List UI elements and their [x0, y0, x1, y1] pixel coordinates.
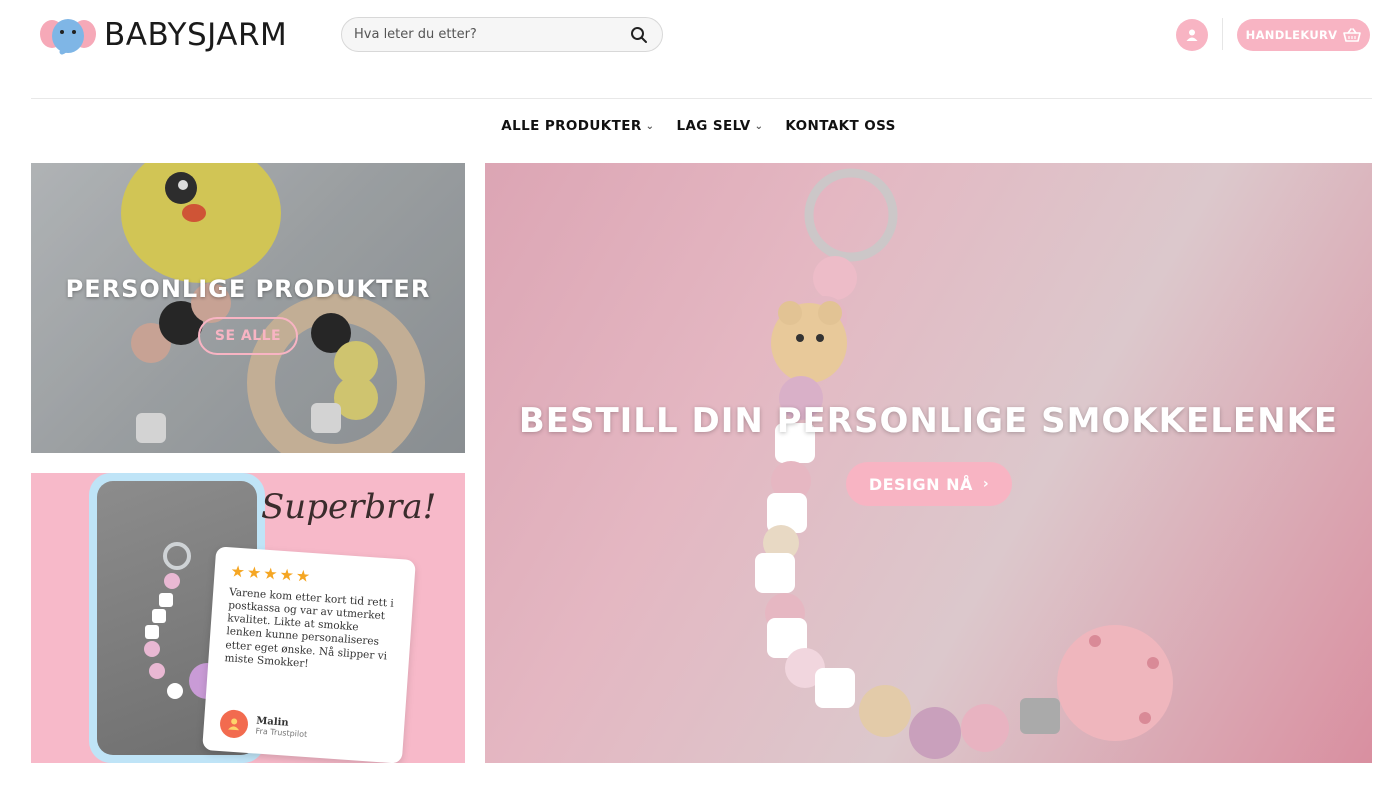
review-headline: Superbra!	[261, 487, 437, 527]
header-rule	[31, 98, 1372, 99]
header-divider	[1222, 18, 1223, 50]
site-logo[interactable]: BABYSJARM	[38, 14, 287, 56]
design-now-label: DESIGN NÅ	[868, 474, 973, 494]
elephant-logo-icon	[40, 19, 96, 55]
nav-item-kontakt-oss[interactable]: KONTAKT OSS	[785, 112, 895, 140]
reviewer-avatar-icon	[219, 708, 249, 739]
hero-title: BESTILL DIN PERSONLIGE SMOKKELENKE	[518, 401, 1339, 441]
review-banner[interactable]: Superbra! ★★★★★ Varene kom etter kort ti…	[31, 473, 465, 763]
nav-item-label: KONTAKT OSS	[785, 118, 896, 134]
cart-label: HANDLEKURV	[1245, 28, 1338, 42]
reviewer: Malin Fra Trustpilot	[219, 708, 308, 743]
account-button[interactable]	[1176, 19, 1208, 51]
search-bar	[341, 17, 663, 52]
nav-item-lag-selv[interactable]: LAG SELV ⌄	[676, 112, 763, 140]
main-nav: ALLE PRODUKTER ⌄ LAG SELV ⌄ KONTAKT OSS	[0, 112, 1397, 140]
cart-button[interactable]: HANDLEKURV	[1237, 19, 1370, 51]
banner-overlay	[31, 163, 465, 453]
chevron-down-icon: ⌄	[645, 121, 655, 132]
basket-icon	[1343, 28, 1362, 42]
design-now-button[interactable]: DESIGN NÅ ›	[846, 462, 1012, 506]
hero-banner[interactable]: BESTILL DIN PERSONLIGE SMOKKELENKE DESIG…	[485, 163, 1372, 763]
nav-item-label: ALLE PRODUKTER	[501, 118, 642, 134]
review-card: ★★★★★ Varene kom etter kort tid rett i p…	[202, 546, 416, 763]
personal-products-banner[interactable]: PERSONLIGE PRODUKTER SE ALLE	[31, 163, 465, 453]
search-icon[interactable]	[628, 24, 650, 46]
search-input[interactable]	[354, 27, 628, 42]
site-header: BABYSJARM HANDLEKURV	[0, 0, 1397, 98]
review-text: Varene kom etter kort tid rett i postkas…	[224, 586, 395, 670]
chevron-right-icon: ›	[982, 476, 990, 492]
chevron-down-icon: ⌄	[754, 121, 764, 132]
nav-item-alle-produkter[interactable]: ALLE PRODUKTER ⌄	[501, 112, 654, 140]
nav-item-label: LAG SELV	[676, 118, 751, 134]
personal-products-title: PERSONLIGE PRODUKTER	[65, 275, 431, 303]
user-icon	[1186, 29, 1198, 41]
brand-name: BABYSJARM	[104, 17, 288, 53]
see-all-button[interactable]: SE ALLE	[198, 317, 298, 355]
